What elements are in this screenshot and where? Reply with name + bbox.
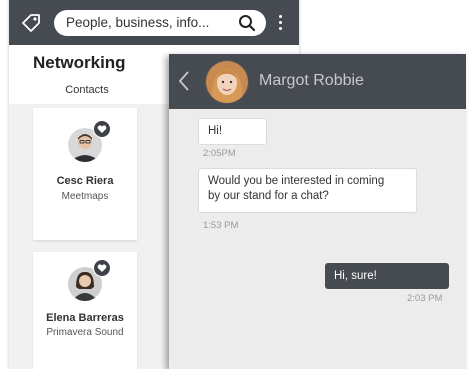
contact-company: Meetmaps bbox=[61, 191, 109, 202]
avatar-container bbox=[68, 259, 111, 301]
search-icon[interactable] bbox=[238, 14, 256, 32]
message-time: 2:03 PM bbox=[407, 293, 443, 304]
outgoing-message: Hi, sure! bbox=[325, 263, 449, 289]
message-text-line: Would you be interested in coming bbox=[208, 175, 385, 187]
heart-icon[interactable] bbox=[93, 259, 111, 277]
search-input[interactable]: People, business, info... bbox=[54, 10, 266, 36]
chat-contact-name: Margot Robbie bbox=[259, 72, 364, 89]
menu-dots-icon[interactable] bbox=[275, 13, 285, 33]
search-text: People, business, info... bbox=[66, 15, 210, 30]
chat-avatar bbox=[205, 60, 249, 104]
contact-card[interactable]: Cesc Riera Meetmaps bbox=[33, 108, 137, 240]
heart-icon[interactable] bbox=[93, 120, 111, 138]
tab-contacts[interactable]: Contacts bbox=[41, 84, 133, 106]
back-chevron-icon[interactable] bbox=[177, 69, 191, 93]
contact-name: Elena Barreras bbox=[46, 312, 124, 324]
contact-company: Primavera Sound bbox=[46, 327, 124, 338]
contact-name: Cesc Riera bbox=[56, 175, 114, 187]
chat-panel: Margot Robbie Hi! 2:05PM Would you be in… bbox=[169, 54, 466, 369]
message-text-line: by our stand for a chat? bbox=[208, 190, 329, 202]
top-bar: People, business, info... bbox=[9, 0, 299, 45]
page-title: Networking bbox=[33, 53, 126, 72]
contact-card[interactable]: Elena Barreras Primavera Sound bbox=[33, 252, 137, 369]
tag-icon[interactable] bbox=[19, 11, 43, 35]
message-text: Hi! bbox=[208, 125, 223, 137]
message-time: 1:53 PM bbox=[203, 220, 239, 231]
message-text: Hi, sure! bbox=[334, 270, 377, 282]
incoming-message: Would you be interested in coming by our… bbox=[198, 168, 417, 213]
incoming-message: Hi! bbox=[198, 118, 267, 145]
avatar-container bbox=[68, 120, 111, 162]
chat-header: Margot Robbie bbox=[169, 54, 466, 109]
message-time: 2:05PM bbox=[203, 148, 236, 159]
